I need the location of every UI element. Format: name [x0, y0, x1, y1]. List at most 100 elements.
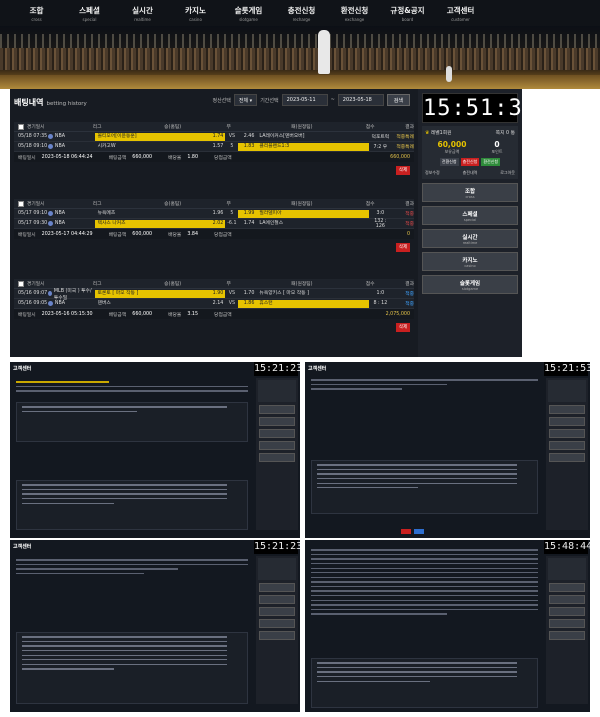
nav-cross[interactable]: 조합 cross: [10, 0, 63, 26]
charge-button[interactable]: 충전신청: [460, 158, 480, 166]
nav-sub: customer: [451, 17, 470, 22]
total-odds: 3.15: [187, 311, 199, 317]
search-button[interactable]: 검색: [386, 94, 410, 106]
charge-history-link[interactable]: 충전내역: [463, 170, 478, 176]
nav-special[interactable]: 스페셜 special: [63, 0, 116, 26]
side-menu-realtime[interactable]: 실시간 realtime: [422, 229, 518, 248]
score: 덕포트럭: [371, 135, 390, 140]
home-odds: 1.96: [212, 210, 224, 216]
odds-label: 배당율: [168, 312, 182, 318]
side-menu-casino[interactable]: 카지노 casino: [422, 252, 518, 271]
thumb-list-button[interactable]: [414, 529, 424, 534]
thumb-line: [22, 649, 227, 652]
select-checkbox[interactable]: [18, 123, 24, 130]
thumb-line: [22, 484, 227, 486]
delete-button[interactable]: 삭제: [396, 243, 410, 252]
delete-button[interactable]: 삭제: [396, 166, 410, 175]
home-team: 토론토 [ 마모 작동 ]: [97, 290, 139, 296]
side-menu-slotgame[interactable]: 슬롯게임 slotgame: [422, 275, 518, 294]
thumb-delete-button[interactable]: [401, 529, 411, 534]
league-name: NBA: [54, 144, 66, 149]
transfer-button[interactable]: 전환신청: [439, 158, 459, 166]
side-menu-cross[interactable]: 조합 cross: [422, 183, 518, 202]
league-name: NBA: [54, 134, 66, 139]
thumb-line: [317, 671, 517, 673]
thumb-line: [311, 581, 538, 583]
status-select[interactable]: 전체 ▾: [233, 94, 258, 106]
away-pick: 1.83 클리블랜드1:3: [238, 142, 370, 151]
result: 적중특례: [396, 145, 415, 150]
thumb-line: [311, 558, 538, 560]
date-to-input[interactable]: 2023-05-18: [337, 94, 384, 106]
col-home: 승(홈팀): [164, 125, 182, 130]
digital-clock: 15:51:38: [422, 93, 536, 123]
bet-header: 경기일시 리그 승(홈팀) 무 패(원정팀) 점수 결과: [14, 122, 414, 132]
draw-cell: VS: [228, 134, 236, 139]
nav-label: 환전신청: [340, 6, 369, 15]
col-score: 점수: [365, 282, 375, 287]
logout-link[interactable]: 로그아웃: [500, 170, 515, 176]
score: 3:0: [376, 211, 385, 216]
thumb-line: [22, 668, 114, 670]
thumb-sidebar: [546, 556, 588, 704]
home-pick: 덴버스 2.14: [95, 300, 226, 308]
point-label: 포인트: [491, 149, 503, 154]
col-home: 승(홈팀): [164, 202, 182, 207]
select-checkbox[interactable]: [18, 200, 24, 207]
date-from-input[interactable]: 2023-05-11: [281, 94, 328, 106]
menu-sub: special: [463, 218, 477, 222]
bet-amount-label: 배팅금액: [108, 312, 127, 318]
bet-time-label: 배팅일시: [18, 232, 36, 238]
thumb-line: [317, 477, 517, 480]
nav-sub: realtime: [134, 17, 151, 22]
thumb-line: [311, 383, 448, 386]
thumb-line: [311, 572, 538, 574]
bet-amount: 660,000: [132, 154, 153, 160]
exchange-button[interactable]: 환전신청: [481, 158, 501, 166]
nav-exchange[interactable]: 환전신청 exchange: [328, 0, 381, 26]
thumb-line: [311, 599, 538, 601]
thumb-line: [22, 406, 227, 408]
nav-recharge[interactable]: 충전신청 recharge: [275, 0, 328, 26]
message-count[interactable]: 쪽지 0 통: [496, 129, 515, 136]
thumb-line: [22, 645, 227, 647]
league-name: MLB (미국 ) 투수/투수밀: [53, 288, 92, 301]
thumb-line: [16, 385, 248, 388]
league: NBA: [47, 301, 95, 306]
payout: 0: [406, 231, 410, 237]
home-odds: 1.90: [212, 290, 224, 296]
nav-label: 실시간: [132, 6, 153, 15]
menu-label: 조합: [464, 189, 476, 195]
nav-sub: cross: [31, 17, 42, 22]
draw-cell: 5: [230, 211, 234, 216]
thumb-clock: 15:21:23: [254, 362, 300, 376]
thumb-line: [317, 464, 517, 466]
league-name: NBA: [54, 211, 66, 216]
home-pick: 텍사스 나커츠 2.02: [94, 219, 226, 228]
thumb-menu: [549, 441, 585, 450]
nav-label: 규정&공지: [390, 6, 425, 15]
select-checkbox[interactable]: [18, 280, 24, 287]
player-figure: [446, 66, 452, 82]
home-team: 시카고W: [97, 143, 116, 149]
thumb-sidebar: [546, 378, 588, 530]
delete-button[interactable]: 삭제: [396, 323, 410, 332]
thumb-menu: [259, 583, 295, 592]
nav-slotgame[interactable]: 슬롯게임 slotgame: [222, 0, 275, 26]
page-subtitle: betting history: [46, 101, 87, 107]
side-menu-special[interactable]: 스페셜 special: [422, 206, 518, 225]
thumb-message: [16, 402, 248, 442]
thumb-reply: [311, 460, 538, 514]
thumb-menu: [549, 583, 585, 592]
col-time: 경기일시: [26, 202, 45, 207]
nav-board[interactable]: 규정&공지 board: [381, 0, 434, 26]
bet-amount-label: 배팅금액: [108, 155, 127, 161]
nav-customer[interactable]: 고객센터 customer: [434, 0, 487, 26]
thumb-text: [311, 546, 538, 615]
nav-realtime[interactable]: 실시간 realtime: [116, 0, 169, 26]
edit-info-link[interactable]: 정보수정: [425, 170, 440, 176]
screenshot-thumbnail: 고객센터 15:21:53: [305, 362, 590, 538]
nav-casino[interactable]: 카지노 casino: [169, 0, 222, 26]
league-icon: [47, 221, 53, 226]
menu-sub: casino: [464, 264, 476, 268]
